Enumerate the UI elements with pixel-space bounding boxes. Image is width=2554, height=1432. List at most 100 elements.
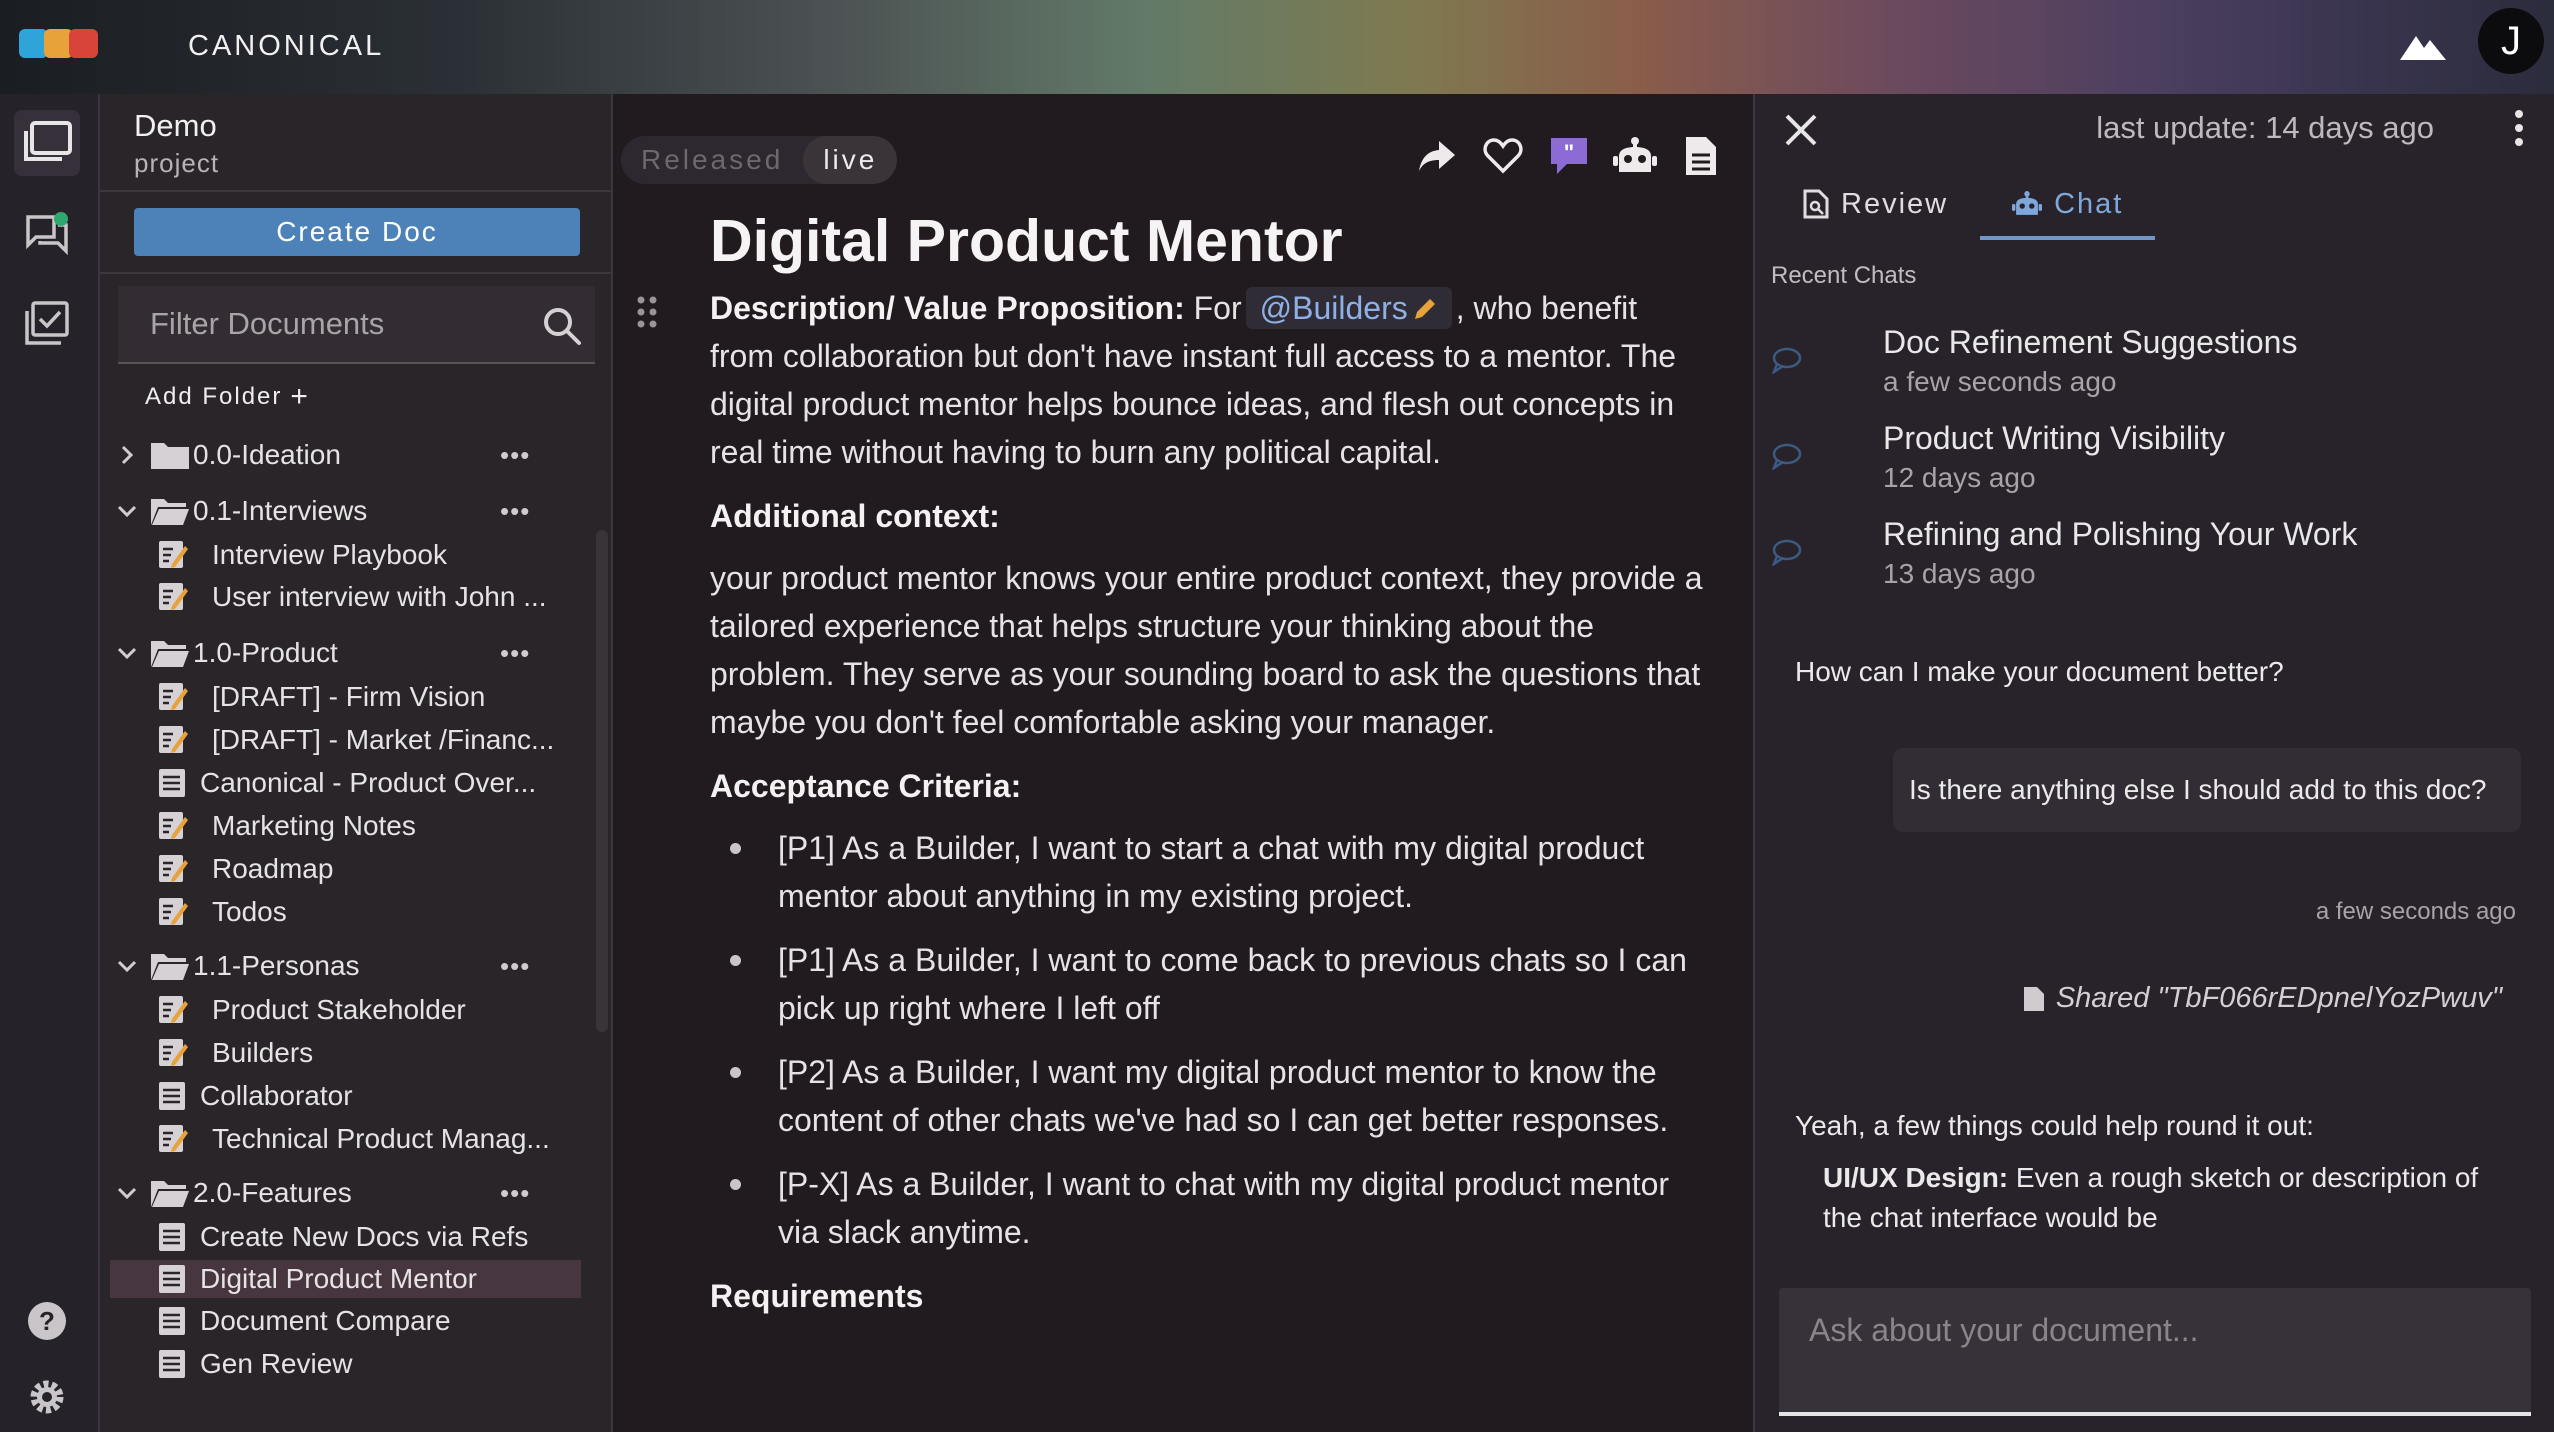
doc-row[interactable]: Collaborator — [100, 1077, 590, 1115]
tree-scrollbar[interactable] — [596, 530, 608, 1032]
chat-input-box — [1779, 1288, 2531, 1416]
chevron-down-icon[interactable] — [116, 500, 138, 522]
plus-icon: + — [290, 380, 310, 413]
doc-row[interactable]: Technical Product Manag... — [100, 1120, 590, 1158]
doc-label: Document Compare — [200, 1305, 451, 1336]
search-icon[interactable] — [542, 306, 582, 346]
document-icon — [159, 1265, 185, 1293]
checklist-icon — [25, 301, 69, 345]
chat-input[interactable] — [1809, 1308, 2499, 1352]
document-icon — [159, 1307, 185, 1335]
doc-label: Marketing Notes — [212, 810, 416, 841]
criteria-item[interactable]: [P-X] As a Builder, I want to chat with … — [710, 1160, 1710, 1256]
mountain-icon[interactable] — [2398, 28, 2448, 64]
doc-row[interactable]: Create New Docs via Refs — [100, 1218, 590, 1256]
documents-nav-button[interactable] — [14, 110, 80, 176]
folder-row-personas[interactable]: 1.1-Personas ••• — [100, 947, 590, 985]
more-options-icon[interactable]: ••• — [500, 1178, 530, 1209]
recent-chat-time: 13 days ago — [1883, 558, 2036, 589]
criteria-heading[interactable]: Acceptance Criteria: — [710, 762, 1710, 810]
tasks-nav-button[interactable] — [14, 290, 80, 356]
doc-label: Roadmap — [212, 853, 334, 884]
recent-chat-item[interactable]: Refining and Polishing Your Work 13 days… — [1771, 516, 2531, 606]
criteria-item[interactable]: [P1] As a Builder, I want to come back t… — [710, 936, 1710, 1032]
close-icon[interactable] — [1779, 108, 1823, 152]
document-body[interactable]: Digital Product Mentor Description/ Valu… — [710, 204, 1710, 1334]
create-doc-button[interactable]: Create Doc — [134, 208, 580, 256]
criteria-item[interactable]: [P1] As a Builder, I want to start a cha… — [710, 824, 1710, 920]
document-editor: Released live " Digital Product Mentor D… — [613, 94, 1753, 1432]
builders-mention[interactable]: @Builders — [1245, 287, 1452, 329]
doc-label: Digital Product Mentor — [200, 1263, 478, 1294]
doc-row[interactable]: [DRAFT] - Firm Vision — [100, 678, 590, 716]
chevron-down-icon[interactable] — [116, 642, 138, 664]
assistant-button[interactable] — [1613, 134, 1657, 178]
more-options-icon[interactable]: ••• — [500, 638, 530, 669]
doc-row[interactable]: Document Compare — [100, 1302, 590, 1340]
doc-row[interactable]: User interview with John ... — [100, 578, 590, 616]
filter-documents-input[interactable] — [150, 304, 510, 344]
doc-row[interactable]: Roadmap — [100, 850, 590, 888]
context-heading[interactable]: Additional context: — [710, 492, 1710, 540]
share-button[interactable] — [1415, 134, 1459, 178]
recent-chat-title: Product Writing Visibility — [1883, 420, 2226, 456]
doc-row[interactable]: Canonical - Product Over... — [100, 764, 590, 802]
chats-nav-button[interactable] — [14, 200, 80, 266]
status-released[interactable]: Released — [621, 136, 803, 184]
drag-handle-icon[interactable] — [635, 294, 661, 334]
user-avatar[interactable]: J — [2478, 8, 2544, 74]
brand-logo[interactable] — [19, 29, 98, 58]
more-options-icon[interactable]: ••• — [500, 951, 530, 982]
doc-row[interactable]: Product Stakeholder — [100, 991, 590, 1029]
doc-row-selected[interactable]: Digital Product Mentor — [110, 1260, 581, 1298]
assistant-answer-intro: Yeah, a few things could help round it o… — [1795, 1110, 2314, 1141]
chevron-down-icon[interactable] — [116, 1182, 138, 1204]
gear-icon — [30, 1380, 64, 1414]
brand-name: CANONICAL — [188, 30, 385, 62]
recent-chat-item[interactable]: Product Writing Visibility 12 days ago — [1771, 420, 2531, 510]
pencil-icon — [1414, 299, 1435, 319]
requirements-heading[interactable]: Requirements — [710, 1272, 1710, 1320]
kebab-menu-icon[interactable] — [2504, 106, 2534, 150]
folder-row-product[interactable]: 1.0-Product ••• — [100, 634, 590, 672]
chevron-down-icon[interactable] — [116, 955, 138, 977]
assistant-answer-detail: UI/UX Design: Even a rough sketch or des… — [1823, 1158, 2503, 1238]
doc-label: [DRAFT] - Firm Vision — [212, 681, 486, 712]
folder-row-ideation[interactable]: 0.0-Ideation ••• — [100, 436, 590, 474]
tab-review[interactable]: Review — [1771, 176, 1980, 232]
doc-row[interactable]: Interview Playbook — [100, 536, 590, 574]
favorite-button[interactable] — [1481, 134, 1525, 178]
recent-chat-title: Doc Refinement Suggestions — [1883, 324, 2298, 360]
doc-label: Gen Review — [200, 1348, 353, 1379]
draft-doc-icon — [159, 898, 188, 925]
shared-document-note[interactable]: Shared "TbF066rEDpnelYozPwuv" — [2022, 982, 2502, 1015]
more-options-icon[interactable]: ••• — [500, 496, 530, 527]
last-update: last update: 14 days ago — [2096, 110, 2434, 145]
context-paragraph[interactable]: your product mentor knows your entire pr… — [710, 554, 1710, 746]
document-title[interactable]: Digital Product Mentor — [710, 204, 1710, 278]
add-folder-button[interactable]: Add Folder + — [145, 382, 310, 412]
doc-row[interactable]: Gen Review — [100, 1345, 590, 1383]
doc-label: Product Stakeholder — [212, 994, 466, 1025]
description-paragraph[interactable]: Description/ Value Proposition: For @Buil… — [710, 284, 1710, 476]
more-options-icon[interactable]: ••• — [500, 440, 530, 471]
criteria-item[interactable]: [P2] As a Builder, I want my digital pro… — [710, 1048, 1710, 1144]
chevron-right-icon[interactable] — [116, 444, 138, 466]
folder-row-interviews[interactable]: 0.1-Interviews ••• — [100, 492, 590, 530]
divider — [100, 272, 613, 274]
doc-row[interactable]: Todos — [100, 893, 590, 931]
document-icon — [159, 1350, 185, 1378]
folder-open-icon — [151, 1181, 189, 1207]
document-info-button[interactable] — [1679, 134, 1723, 178]
doc-row[interactable]: Marketing Notes — [100, 807, 590, 845]
help-button[interactable]: ? — [14, 1288, 80, 1354]
comments-button[interactable]: " — [1547, 134, 1591, 178]
folder-row-features[interactable]: 2.0-Features ••• — [100, 1174, 590, 1212]
settings-button[interactable] — [14, 1364, 80, 1430]
doc-row[interactable]: [DRAFT] - Market /Financ... — [100, 721, 590, 759]
tab-chat[interactable]: Chat — [1980, 176, 2156, 240]
status-live[interactable]: live — [803, 136, 898, 184]
recent-chat-item[interactable]: Doc Refinement Suggestions a few seconds… — [1771, 324, 2531, 414]
doc-row[interactable]: Builders — [100, 1034, 590, 1072]
release-status-toggle[interactable]: Released live — [621, 136, 898, 184]
